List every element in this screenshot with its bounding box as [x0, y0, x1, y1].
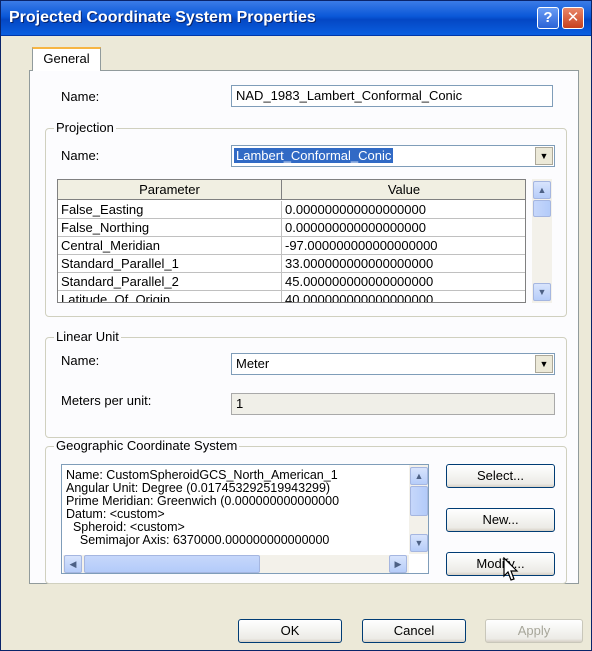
value-cell[interactable]: 45.000000000000000000 — [282, 273, 525, 291]
value-cell[interactable]: 0.000000000000000000 — [282, 219, 525, 237]
parameter-cell: Standard_Parallel_1 — [58, 255, 282, 273]
scroll-thumb[interactable] — [410, 486, 428, 516]
value-cell[interactable]: 0.000000000000000000 — [282, 201, 525, 219]
tab-general[interactable]: General — [32, 47, 101, 71]
close-button[interactable]: ✕ — [562, 7, 584, 29]
scroll-up-icon[interactable]: ▲ — [410, 467, 428, 485]
window-title: Projected Coordinate System Properties — [9, 9, 316, 26]
parameter-cell: Latitude_Of_Origin — [58, 291, 282, 302]
table-row[interactable]: Standard_Parallel_2 45.00000000000000000… — [58, 273, 525, 291]
table-row[interactable]: False_Easting 0.000000000000000000 — [58, 201, 525, 219]
dialog-window: Projected Coordinate System Properties ?… — [0, 0, 592, 651]
chevron-down-icon[interactable]: ▼ — [535, 355, 553, 373]
table-row[interactable]: Latitude_Of_Origin 40.000000000000000000 — [58, 291, 525, 302]
scroll-down-icon[interactable]: ▼ — [533, 283, 551, 301]
gcs-vertical-scrollbar[interactable]: ▲ ▼ — [409, 465, 428, 554]
help-button[interactable]: ? — [537, 7, 559, 29]
table-header: Parameter Value — [58, 180, 525, 201]
table-row[interactable]: False_Northing 0.000000000000000000 — [58, 219, 525, 237]
parameter-cell: Standard_Parallel_2 — [58, 273, 282, 291]
parameter-cell: Central_Meridian — [58, 237, 282, 255]
projection-name-dropdown[interactable]: Lambert_Conformal_Conic ▼ — [231, 145, 555, 167]
cancel-button[interactable]: Cancel — [362, 619, 466, 643]
scroll-right-icon[interactable]: ▶ — [389, 555, 407, 573]
projection-name-value: Lambert_Conformal_Conic — [234, 148, 394, 163]
projection-name-label: Name: — [61, 148, 100, 163]
parameter-cell: False_Easting — [58, 201, 282, 219]
column-header-value[interactable]: Value — [282, 180, 525, 200]
scroll-thumb[interactable] — [533, 200, 551, 217]
name-label: Name: — [61, 89, 100, 104]
mouse-cursor-icon — [503, 557, 519, 581]
linear-unit-dropdown[interactable]: Meter ▼ — [231, 353, 555, 375]
ok-button[interactable]: OK — [238, 619, 342, 643]
scroll-up-icon[interactable]: ▲ — [533, 181, 551, 199]
meters-per-unit-field[interactable]: 1 — [231, 393, 555, 415]
column-header-parameter[interactable]: Parameter — [58, 180, 282, 200]
chevron-down-icon[interactable]: ▼ — [535, 147, 553, 165]
value-cell[interactable]: 33.000000000000000000 — [282, 255, 525, 273]
linear-unit-name-label: Name: — [61, 353, 100, 368]
table-row[interactable]: Central_Meridian -97.000000000000000000 — [58, 237, 525, 255]
linear-unit-value: Meter — [236, 356, 270, 371]
select-button[interactable]: Select... — [446, 464, 555, 488]
value-cell[interactable]: -97.000000000000000000 — [282, 237, 525, 255]
linear-unit-group-label: Linear Unit — [54, 329, 121, 344]
name-field[interactable]: NAD_1983_Lambert_Conformal_Conic — [231, 85, 553, 107]
table-scrollbar[interactable]: ▲ ▼ — [532, 179, 552, 303]
value-cell[interactable]: 40.000000000000000000 — [282, 291, 525, 302]
gcs-group-label: Geographic Coordinate System — [54, 438, 240, 453]
parameter-cell: False_Northing — [58, 219, 282, 237]
gcs-description[interactable]: Name: CustomSpheroidGCS_North_American_1… — [61, 464, 429, 574]
gcs-line: Semimajor Axis: 6370000.000000000000000 — [66, 533, 330, 547]
gcs-horizontal-scrollbar[interactable]: ◀ ▶ — [63, 555, 409, 573]
parameters-table: Parameter Value False_Easting 0.00000000… — [57, 179, 526, 303]
modify-button[interactable]: Modify... — [446, 552, 555, 576]
title-bar[interactable]: Projected Coordinate System Properties ?… — [1, 1, 591, 36]
meters-per-unit-label: Meters per unit: — [61, 393, 152, 408]
apply-button[interactable]: Apply — [485, 619, 583, 643]
table-row[interactable]: Standard_Parallel_1 33.00000000000000000… — [58, 255, 525, 273]
projection-group-label: Projection — [54, 120, 116, 135]
scroll-left-icon[interactable]: ◀ — [64, 555, 82, 573]
scroll-down-icon[interactable]: ▼ — [410, 534, 428, 552]
scroll-thumb[interactable] — [84, 555, 260, 573]
new-button[interactable]: New... — [446, 508, 555, 532]
